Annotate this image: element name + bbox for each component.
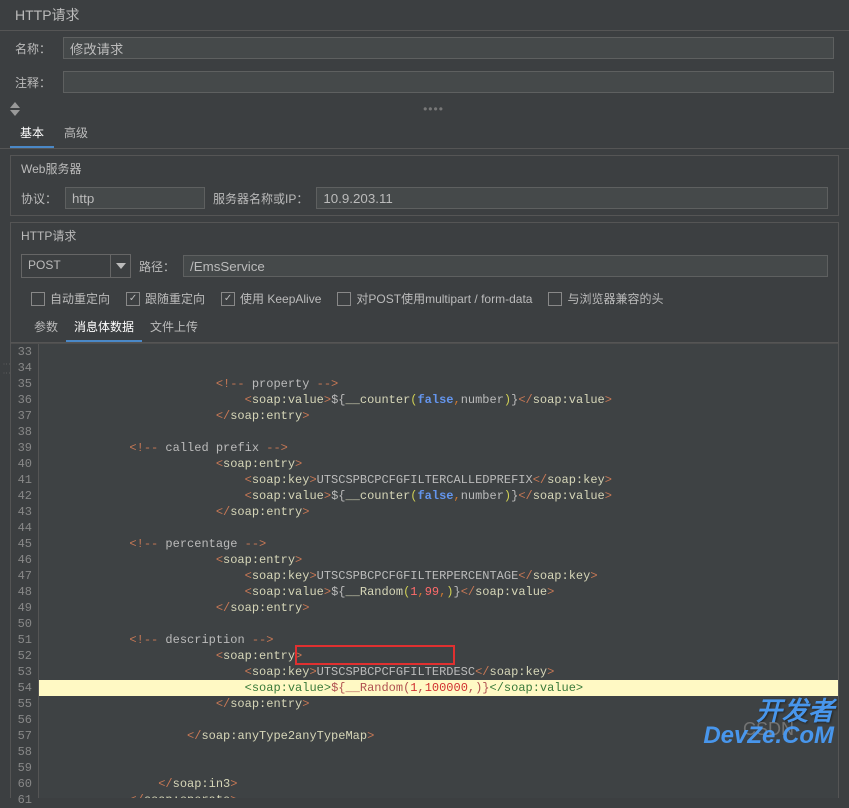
browser-compat-label: 与浏览器兼容的头 <box>567 290 663 307</box>
name-label: 名称： <box>15 40 55 57</box>
tab-advanced[interactable]: 高级 <box>54 119 98 148</box>
tab-params[interactable]: 参数 <box>26 313 66 342</box>
method-select[interactable]: POST <box>21 254 131 278</box>
web-server-title: Web服务器 <box>11 156 838 181</box>
code-line[interactable] <box>39 760 838 776</box>
keep-alive-label: 使用 KeepAlive <box>240 290 321 307</box>
resize-toolbar: •••• <box>0 99 849 119</box>
protocol-label: 协议： <box>21 190 57 207</box>
code-line[interactable]: <soap:key>UTSCSPBCPCFGFILTERDESC</soap:k… <box>39 664 838 680</box>
server-label: 服务器名称或IP： <box>213 190 308 207</box>
code-editor[interactable]: 3334353637383940414243444546474849505152… <box>11 343 838 798</box>
code-line[interactable]: </soap:entry> <box>39 408 838 424</box>
code-line[interactable]: <!-- called prefix --> <box>39 440 838 456</box>
tab-file-upload[interactable]: 文件上传 <box>142 313 206 342</box>
protocol-input[interactable] <box>65 187 205 209</box>
panel-title: HTTP请求 <box>0 0 849 31</box>
comment-row: 注释： <box>0 65 849 99</box>
code-line[interactable]: </soap:in3> <box>39 776 838 792</box>
multipart-label: 对POST使用multipart / form-data <box>356 290 532 307</box>
code-line[interactable]: <soap:entry> <box>39 552 838 568</box>
http-request-section: HTTP请求 POST 路径： 自动重定向 跟随重定向 使用 KeepAlive… <box>10 222 839 798</box>
code-line[interactable]: <!-- description --> <box>39 632 838 648</box>
expand-down-icon[interactable] <box>10 110 20 116</box>
code-line[interactable]: <soap:value>${__Random(1,100000,)}</soap… <box>39 680 838 696</box>
code-line[interactable]: <soap:value>${__Random(1,99,)}</soap:val… <box>39 584 838 600</box>
resize-handle[interactable]: •••• <box>28 102 839 116</box>
code-line[interactable] <box>39 616 838 632</box>
code-line[interactable]: </soap:entry> <box>39 504 838 520</box>
name-row: 名称： <box>0 31 849 65</box>
code-line[interactable]: <!-- percentage --> <box>39 536 838 552</box>
browser-compat-checkbox[interactable] <box>548 292 562 306</box>
method-dropdown-icon[interactable] <box>111 254 131 278</box>
code-line[interactable]: <soap:value>${__counter(false,number)}</… <box>39 488 838 504</box>
code-line[interactable]: <soap:value>${__counter(false,number)}</… <box>39 392 838 408</box>
code-line[interactable]: <soap:entry> <box>39 456 838 472</box>
code-line[interactable] <box>39 712 838 728</box>
code-line[interactable]: </soap:entry> <box>39 600 838 616</box>
web-server-section: Web服务器 协议： 服务器名称或IP： <box>10 155 839 216</box>
comment-input[interactable] <box>63 71 834 93</box>
follow-redirect-checkbox[interactable] <box>126 292 140 306</box>
keep-alive-checkbox[interactable] <box>221 292 235 306</box>
code-line[interactable]: <soap:entry> <box>39 648 838 664</box>
code-line[interactable]: <soap:key>UTSCSPBCPCFGFILTERCALLEDPREFIX… <box>39 472 838 488</box>
code-line[interactable]: </soap:operate> <box>39 792 838 798</box>
path-input[interactable] <box>183 255 828 277</box>
follow-redirect-label: 跟随重定向 <box>145 290 205 307</box>
code-line[interactable] <box>39 520 838 536</box>
auto-redirect-checkbox[interactable] <box>31 292 45 306</box>
http-request-title: HTTP请求 <box>11 223 838 248</box>
vertical-handle-icon[interactable]: ⋮⋮ <box>2 360 11 378</box>
code-line[interactable]: </soap:anyType2anyTypeMap> <box>39 728 838 744</box>
name-input[interactable] <box>63 37 834 59</box>
auto-redirect-label: 自动重定向 <box>50 290 110 307</box>
tab-basic[interactable]: 基本 <box>10 119 54 148</box>
options-row: 自动重定向 跟随重定向 使用 KeepAlive 对POST使用multipar… <box>11 284 838 313</box>
code-line[interactable] <box>39 424 838 440</box>
multipart-checkbox[interactable] <box>337 292 351 306</box>
main-tabs: 基本 高级 <box>0 119 849 149</box>
code-area[interactable]: <!-- property --> <soap:value>${__counte… <box>39 344 838 798</box>
code-line[interactable]: <!-- property --> <box>39 376 838 392</box>
server-input[interactable] <box>316 187 828 209</box>
tab-body-data[interactable]: 消息体数据 <box>66 313 142 342</box>
line-gutter: 3334353637383940414243444546474849505152… <box>11 344 39 798</box>
path-label: 路径： <box>139 258 175 275</box>
code-line[interactable]: </soap:entry> <box>39 696 838 712</box>
expand-up-icon[interactable] <box>10 102 20 108</box>
code-line[interactable]: <soap:key>UTSCSPBCPCFGFILTERPERCENTAGE</… <box>39 568 838 584</box>
body-tabs: 参数 消息体数据 文件上传 <box>11 313 838 343</box>
comment-label: 注释： <box>15 74 55 91</box>
method-value: POST <box>21 254 111 278</box>
